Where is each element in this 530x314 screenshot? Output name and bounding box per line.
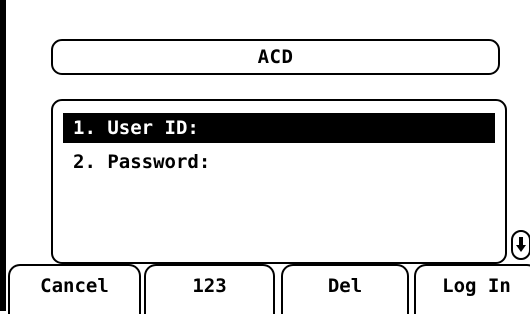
input-mode-button[interactable]: 123: [144, 264, 275, 314]
softkey-label: Cancel: [40, 275, 109, 297]
softkey-label: Log In: [442, 275, 511, 297]
softkey-label: 123: [192, 275, 227, 297]
log-in-button[interactable]: Log In: [414, 264, 530, 314]
list-item-label: 1. User ID:: [73, 117, 199, 139]
delete-button[interactable]: Del: [281, 264, 409, 314]
scroll-down-icon: [511, 230, 530, 260]
list-item-label: 2. Password:: [73, 151, 211, 173]
softkey-label: Del: [327, 275, 363, 297]
list-item-password[interactable]: 2. Password:: [63, 147, 210, 177]
page-title-text: ACD: [257, 46, 294, 68]
page-title: ACD: [51, 39, 500, 75]
arrow-down-icon: [516, 237, 526, 252]
phone-screen: ACD 1. User ID: 2. Password: Cancel 123 …: [0, 0, 530, 314]
login-menu-list: 1. User ID: 2. Password:: [51, 99, 507, 264]
screen-bezel: [0, 0, 6, 311]
list-item-user-id[interactable]: 1. User ID:: [63, 113, 495, 143]
cancel-button[interactable]: Cancel: [8, 264, 141, 314]
